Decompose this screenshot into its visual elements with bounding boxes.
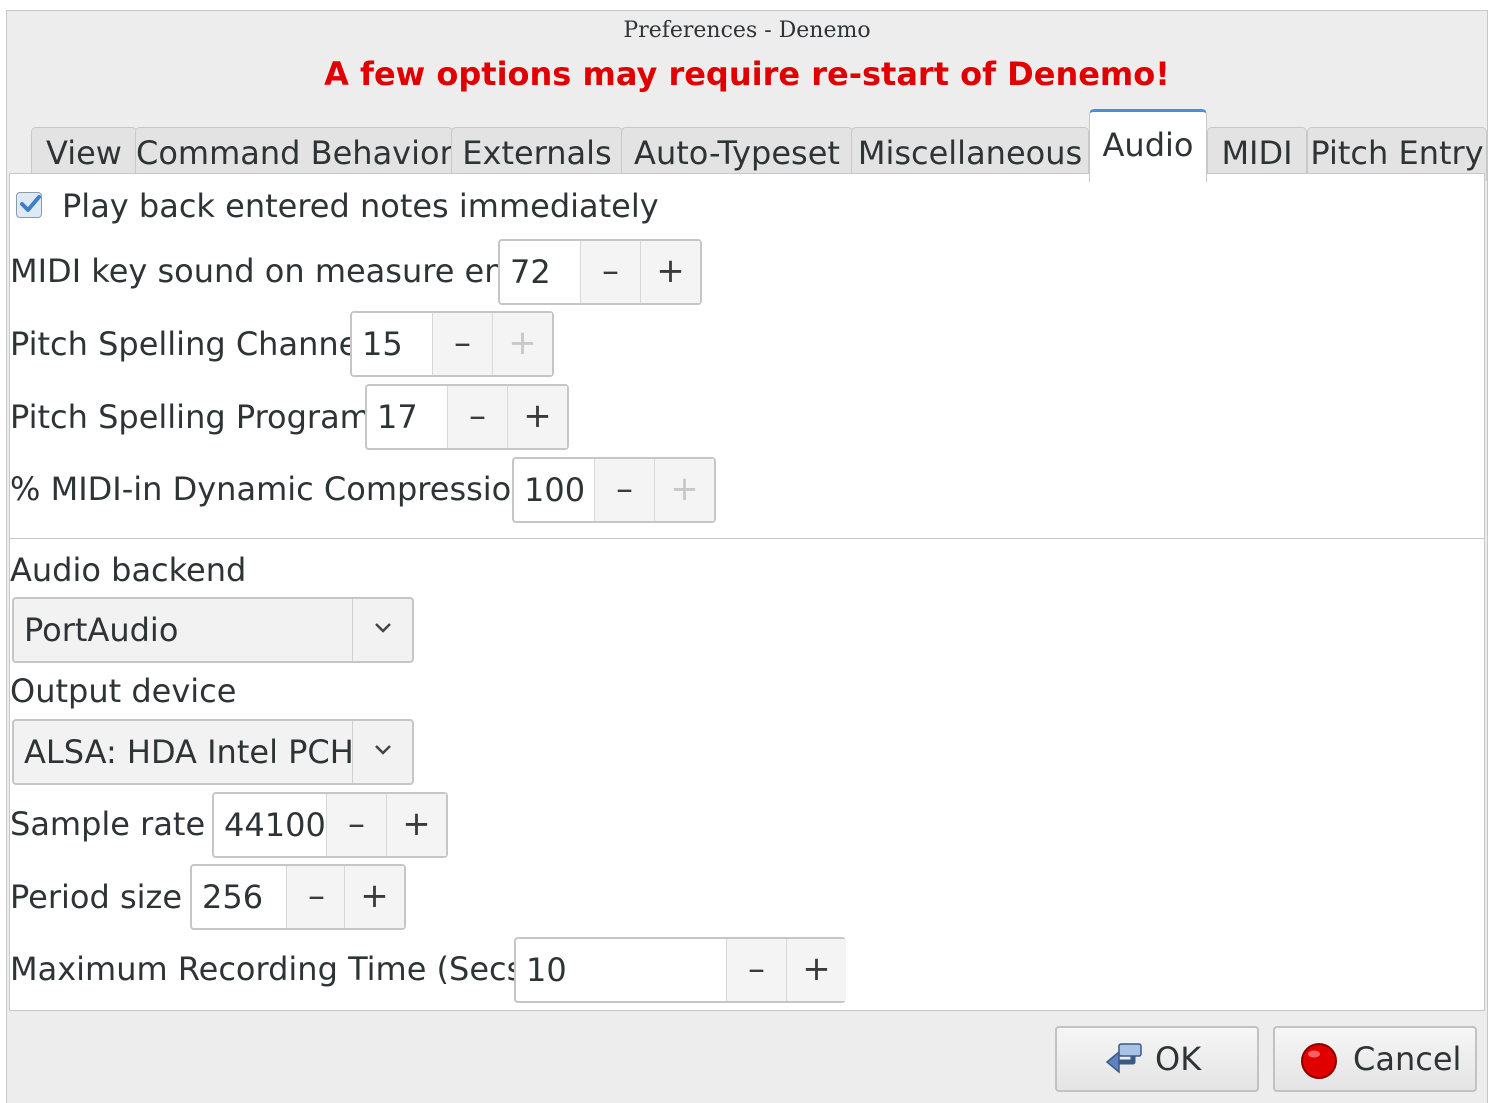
sample-rate-spinner: 44100 – + [212,792,448,858]
audio-backend-dropdown[interactable]: PortAudio [12,597,414,663]
plus-icon[interactable]: + [507,386,567,448]
minus-icon[interactable]: – [432,313,492,375]
sample-rate-input[interactable]: 44100 [224,794,326,856]
pitch-spelling-program-spinner: 17 – + [365,384,569,450]
minus-icon[interactable]: – [286,866,346,928]
ok-button-label: OK [1155,1040,1202,1078]
chevron-down-icon [375,745,391,755]
dynamic-compression-label: % MIDI-in Dynamic Compression [10,470,532,508]
window-title: Preferences - Denemo [623,18,871,43]
max-recording-time-spinner: 10 – + [514,937,846,1003]
pitch-spelling-channel-spinner: 15 – + [350,311,554,377]
playback-checkbox[interactable] [16,192,42,218]
pitch-spelling-program-input[interactable]: 17 [377,386,418,448]
stop-icon [1301,1043,1337,1079]
plus-icon: + [654,459,714,521]
preferences-dialog: Preferences - Denemo A few options may r… [6,10,1488,1103]
period-size-input[interactable]: 256 [202,866,263,928]
plus-icon[interactable]: + [386,794,446,856]
chevron-down-icon [375,623,391,633]
output-device-dropdown[interactable]: ALSA: HDA Intel PCH [12,719,414,785]
ok-button[interactable]: OK [1055,1026,1259,1092]
pitch-spelling-program-label: Pitch Spelling Program [10,398,371,436]
restart-warning: A few options may require re-start of De… [324,55,1170,93]
minus-icon[interactable]: – [594,459,654,521]
max-recording-time-label: Maximum Recording Time (Secs) [10,950,536,988]
plus-icon[interactable]: + [640,241,700,303]
output-device-label: Output device [10,672,237,710]
plus-icon[interactable]: + [344,866,404,928]
plus-icon[interactable]: + [786,939,846,1001]
pitch-spelling-channel-label: Pitch Spelling Channel [10,325,368,363]
midi-key-sound-label: MIDI key sound on measure end [10,252,525,290]
cancel-button[interactable]: Cancel [1273,1026,1477,1092]
section-divider [10,538,1484,539]
minus-icon[interactable]: – [580,241,640,303]
pitch-spelling-channel-input[interactable]: 15 [362,313,403,375]
period-size-label: Period size [10,878,182,916]
dynamic-compression-spinner: 100 – + [512,457,716,523]
midi-key-sound-input[interactable]: 72 [510,241,551,303]
midi-key-sound-spinner: 72 – + [498,239,702,305]
audio-backend-selected: PortAudio [24,611,179,649]
minus-icon[interactable]: – [447,386,507,448]
audio-settings-panel: Play back entered notes immediately MIDI… [9,173,1485,1011]
cancel-button-label: Cancel [1353,1040,1462,1078]
sample-rate-label: Sample rate [10,805,206,843]
plus-icon: + [492,313,552,375]
dynamic-compression-input[interactable]: 100 [524,459,585,521]
max-recording-time-input[interactable]: 10 [526,939,567,1001]
enter-icon [1105,1043,1142,1074]
tab-strip: View Command Behavior Externals Auto-Typ… [7,109,1487,182]
checkmark-icon [20,195,41,212]
period-size-spinner: 256 – + [190,864,406,930]
minus-icon[interactable]: – [726,939,786,1001]
output-device-selected: ALSA: HDA Intel PCH [24,733,354,771]
minus-icon[interactable]: – [326,794,386,856]
playback-checkbox-label: Play back entered notes immediately [62,187,659,225]
tab-audio[interactable]: Audio [1089,109,1207,182]
audio-backend-label: Audio backend [10,551,247,589]
